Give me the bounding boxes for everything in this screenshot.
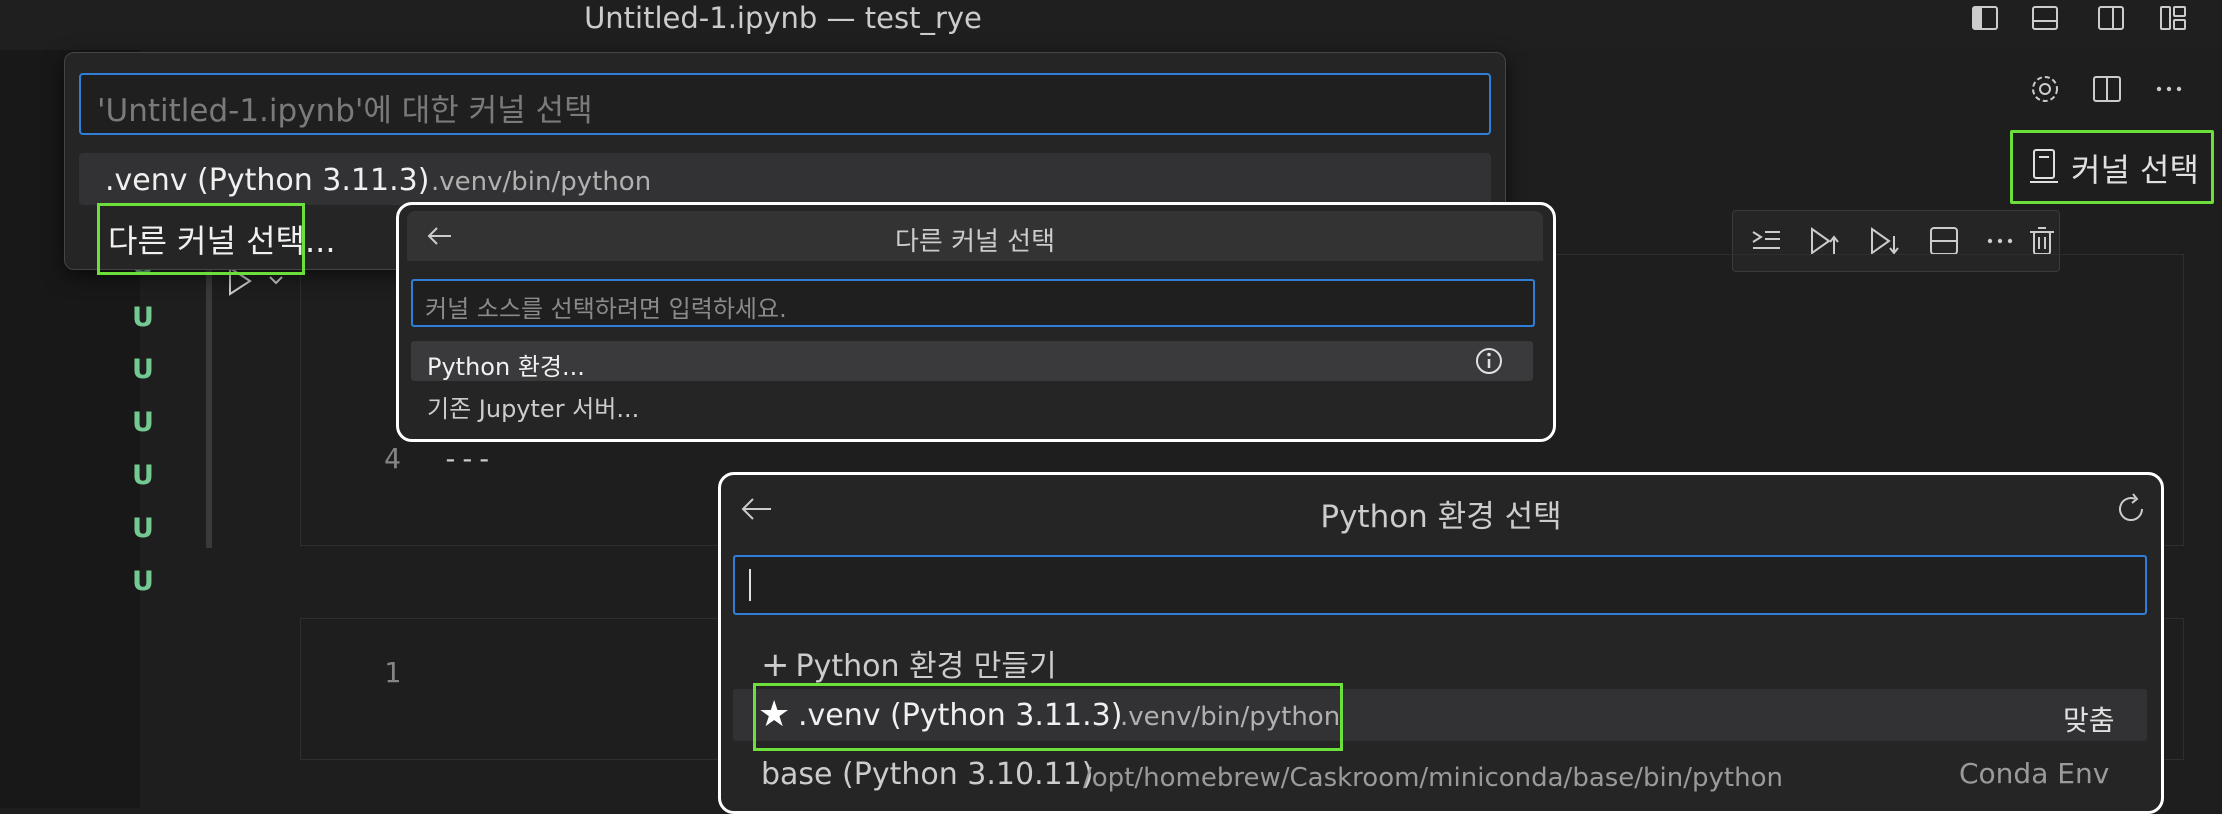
python-env-option[interactable]: ★ .venv (Python 3.11.3) .venv/bin/python… <box>733 683 2147 751</box>
highlight-box: ★ .venv (Python 3.11.3) .venv/bin/python <box>753 683 1343 751</box>
code-line: --- <box>442 442 493 475</box>
line-number: 4 <box>384 442 401 475</box>
python-env-option[interactable]: Python 환경... <box>411 341 1533 381</box>
quick-pick-header: 다른 커널 선택 <box>407 211 1543 261</box>
git-untracked-marker: U <box>132 407 154 438</box>
recommended-tag: 맞춤 <box>2063 704 2115 737</box>
kernel-option-path: .venv/bin/python <box>431 167 652 197</box>
info-icon[interactable] <box>1473 345 1505 381</box>
more-actions-icon[interactable] <box>2152 72 2186 110</box>
back-arrow-icon[interactable] <box>739 491 775 531</box>
back-arrow-icon[interactable] <box>425 221 455 255</box>
python-env-label: .venv (Python 3.11.3) <box>798 698 1123 733</box>
quick-pick-header: Python 환경 선택 <box>725 479 2157 539</box>
create-python-env-label: Python 환경 만들기 <box>795 649 1057 684</box>
git-untracked-marker: U <box>132 302 154 333</box>
select-other-kernel-label: 다른 커널 선택... <box>108 222 336 260</box>
star-icon: ★ <box>758 694 791 735</box>
toggle-secondary-sidebar-icon[interactable] <box>2096 4 2126 32</box>
python-env-label[interactable]: base (Python 3.10.11) <box>761 757 1094 792</box>
python-env-quick-pick: Python 환경 선택 + Python 환경 만들기 ★ .venv (Pyt… <box>718 472 2164 814</box>
python-env-search-input[interactable] <box>733 555 2147 615</box>
toggle-panel-icon[interactable] <box>2030 4 2060 32</box>
toggle-primary-sidebar-icon[interactable] <box>1970 4 2000 32</box>
git-untracked-marker: U <box>132 513 154 544</box>
title-bar: Untitled-1.ipynb — test_rye <box>0 0 2222 51</box>
kernel-option-label: .venv (Python 3.11.3) <box>105 163 430 198</box>
line-number: 1 <box>384 656 401 689</box>
git-untracked-marker: U <box>132 354 154 385</box>
create-python-env-option[interactable]: + Python 환경 만들기 <box>761 641 1057 685</box>
kernel-search-placeholder: 'Untitled-1.ipynb'에 대한 커널 선택 <box>97 93 593 129</box>
split-editor-icon[interactable] <box>2090 72 2124 110</box>
quick-pick-title: 다른 커널 선택 <box>894 227 1056 257</box>
text-caret <box>749 569 751 601</box>
window-title: Untitled-1.ipynb — test_rye <box>584 1 982 35</box>
python-env-option-label: Python 환경... <box>427 353 585 381</box>
server-icon <box>2027 147 2061 191</box>
git-untracked-marker: U <box>132 460 154 491</box>
other-kernel-quick-pick: 다른 커널 선택 커널 소스를 선택하려면 입력하세요. Python 환경..… <box>396 202 1556 442</box>
jupyter-server-option[interactable]: 기존 Jupyter 서버... <box>427 389 639 424</box>
conda-env-tag: Conda Env <box>1959 757 2110 790</box>
customize-layout-icon[interactable] <box>2158 4 2188 32</box>
quick-pick-title: Python 환경 선택 <box>1320 499 1562 535</box>
kernel-source-input[interactable]: 커널 소스를 선택하려면 입력하세요. <box>411 279 1535 327</box>
python-env-path: /opt/homebrew/Caskroom/miniconda/base/bi… <box>1083 763 1783 793</box>
select-kernel-label: 커널 선택 <box>2071 151 2199 189</box>
git-untracked-marker: U <box>132 566 154 597</box>
refresh-icon[interactable] <box>2113 491 2149 531</box>
plus-icon: + <box>761 645 790 685</box>
settings-gear-icon[interactable] <box>2028 72 2062 110</box>
python-env-path: .venv/bin/python <box>1120 702 1341 732</box>
kernel-option[interactable]: .venv (Python 3.11.3) .venv/bin/python <box>79 153 1491 205</box>
select-kernel-button[interactable]: 커널 선택 <box>2010 130 2214 204</box>
select-other-kernel-option[interactable]: 다른 커널 선택... <box>97 203 336 275</box>
kernel-source-placeholder: 커널 소스를 선택하려면 입력하세요. <box>425 295 787 323</box>
kernel-search-input[interactable]: 'Untitled-1.ipynb'에 대한 커널 선택 <box>79 73 1491 135</box>
